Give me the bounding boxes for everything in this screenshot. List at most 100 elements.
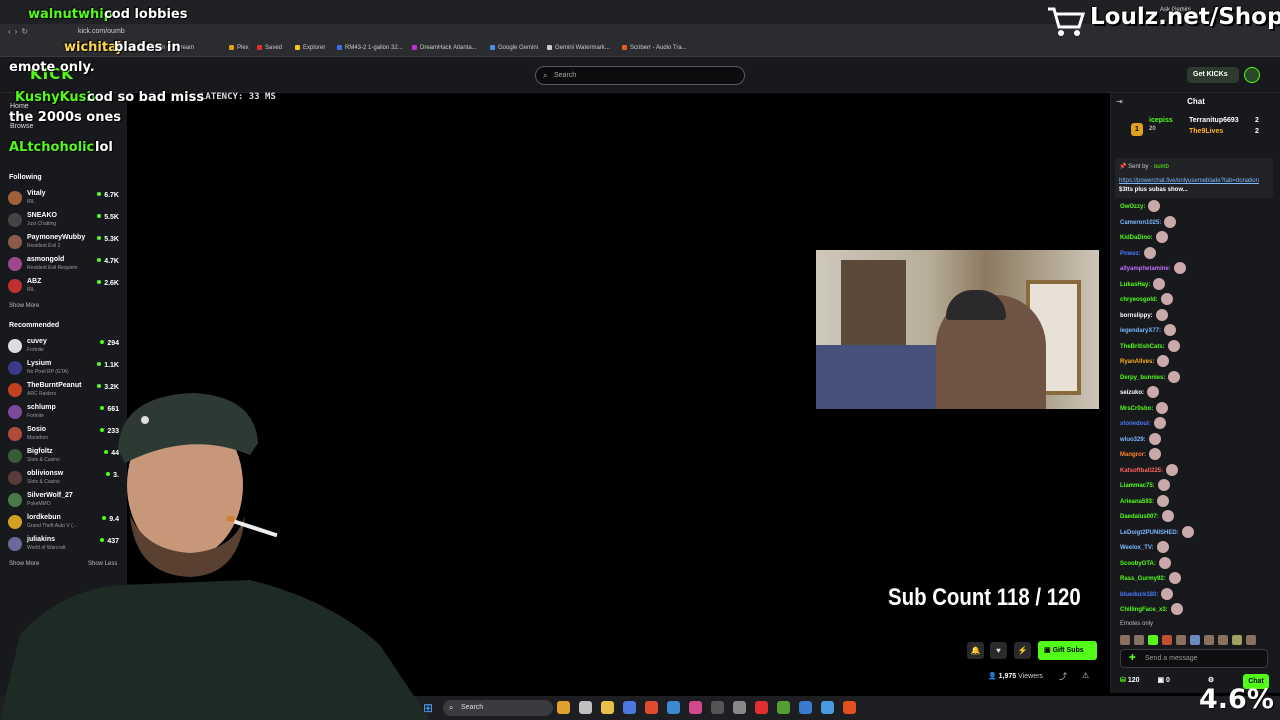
chat-username[interactable]: Daedalus007: bbox=[1120, 514, 1159, 520]
chat-username[interactable]: blueduck180: bbox=[1120, 592, 1158, 598]
chat-message[interactable]: bornslippy: bbox=[1120, 308, 1168, 321]
bookmark-label: Scriberr - Audio Tra... bbox=[630, 45, 687, 51]
nav-arrows-icon[interactable]: ‹›↻ bbox=[8, 27, 32, 36]
chat-message[interactable]: Cameron1025: bbox=[1120, 215, 1177, 228]
lightning-icon[interactable]: ⚡ bbox=[1014, 642, 1031, 659]
chat-username[interactable]: seizuko: bbox=[1120, 390, 1144, 396]
chat-username[interactable]: Derpy_bunnies: bbox=[1120, 375, 1165, 381]
chat-username[interactable]: ChillingFace_x3: bbox=[1120, 607, 1168, 613]
sidebar-channel[interactable]: cuvey Fortnite 294 bbox=[8, 337, 122, 357]
chat-username[interactable]: Rass_Gurmy92: bbox=[1120, 576, 1166, 582]
chat-message-input[interactable]: ✚ Send a message bbox=[1120, 649, 1268, 668]
chat-message[interactable]: stonedoui: bbox=[1120, 417, 1166, 429]
user-avatar[interactable] bbox=[1244, 67, 1260, 83]
chat-message[interactable]: Arieana593: bbox=[1120, 494, 1170, 507]
chat-message[interactable]: MrsCr0sbo: bbox=[1120, 401, 1169, 414]
search-input[interactable]: ⌕ Search bbox=[535, 66, 745, 85]
chat-username[interactable]: legendaryX77: bbox=[1120, 328, 1161, 334]
chat-message[interactable]: seizuko: bbox=[1120, 386, 1160, 398]
chat-message[interactable]: KidDaDino: bbox=[1120, 231, 1168, 243]
bookmark-item[interactable]: Scriberr - Audio Tra... bbox=[622, 45, 687, 51]
url-text[interactable]: kick.com/oumb bbox=[78, 28, 125, 35]
chat-username[interactable]: Arieana593: bbox=[1120, 499, 1154, 505]
heart-follow-icon[interactable]: ♥ bbox=[990, 642, 1007, 659]
bookmark-item[interactable]: Gemini Watermark... bbox=[547, 45, 610, 51]
chat-username[interactable]: OwOzzy: bbox=[1120, 204, 1145, 210]
bookmark-item[interactable]: Explorer bbox=[295, 45, 325, 51]
chat-message[interactable]: ChillingFace_x3: bbox=[1120, 603, 1183, 615]
chat-username[interactable]: allyamphetamine: bbox=[1120, 266, 1171, 272]
chat-message[interactable]: chryeosgold: bbox=[1120, 293, 1173, 305]
taskbar-app-icons[interactable] bbox=[557, 701, 865, 719]
chat-username[interactable]: LeDoigt2PUNISHED: bbox=[1120, 530, 1179, 536]
emote-picker-row[interactable] bbox=[1120, 632, 1270, 645]
chat-username[interactable]: LukasHay: bbox=[1120, 282, 1150, 288]
chat-message[interactable]: Liammac75: bbox=[1120, 479, 1170, 491]
chat-message[interactable]: Daedalus007: bbox=[1120, 510, 1174, 522]
bookmark-item[interactable]: DreamHack Atlanta... bbox=[412, 45, 477, 51]
leader-name-2[interactable]: Terranitup6693 bbox=[1189, 117, 1239, 124]
chat-username[interactable]: TheBritishCats: bbox=[1120, 344, 1165, 350]
chat-message[interactable]: Powez: bbox=[1120, 246, 1156, 259]
share-icon[interactable]: ⤴ bbox=[1059, 671, 1067, 682]
bookmark-item[interactable]: Google Gemini bbox=[490, 45, 538, 51]
chat-username[interactable]: Katsoftball225: bbox=[1120, 468, 1163, 474]
leader-name-1[interactable]: icepiss bbox=[1149, 117, 1173, 124]
sidebar-channel[interactable]: PaymoneyWubby Resident Evil 2 5.3K bbox=[8, 233, 122, 253]
gift-subs-button[interactable]: ▣ Gift Subs bbox=[1038, 641, 1097, 660]
chat-message[interactable]: LukasHay: bbox=[1120, 277, 1166, 290]
chat-username[interactable]: chryeosgold: bbox=[1120, 297, 1158, 303]
browser-tab-bar[interactable]: Ask Gemini bbox=[0, 0, 1280, 24]
chat-username[interactable]: Cameron1025: bbox=[1120, 220, 1161, 226]
chat-message[interactable]: Derpy_bunnies: bbox=[1120, 370, 1181, 383]
chat-username[interactable]: stonedoui: bbox=[1120, 421, 1151, 427]
chat-message[interactable]: Mangror: bbox=[1120, 448, 1161, 460]
chat-message[interactable]: wluo329: bbox=[1120, 432, 1161, 445]
add-emote-icon[interactable]: ✚ bbox=[1129, 653, 1136, 662]
chat-message[interactable]: RyanAllves: bbox=[1120, 355, 1170, 367]
chat-username[interactable]: ScoobyGTA: bbox=[1120, 561, 1156, 567]
chat-settings-icon[interactable]: ⚙ bbox=[1208, 677, 1214, 684]
sidebar-channel[interactable]: asmongold Resident Evil Requiem 4.7K bbox=[8, 255, 122, 275]
chat-username[interactable]: wluo329: bbox=[1120, 437, 1146, 443]
leader-name-3[interactable]: The9Lives bbox=[1189, 128, 1223, 135]
channel-name: Lysium bbox=[27, 360, 52, 367]
pinned-link[interactable]: https://powerchat.live/onlyusemeblade?ta… bbox=[1119, 178, 1259, 184]
chat-message[interactable]: Katsoftball225: bbox=[1120, 463, 1179, 476]
get-kicks-button[interactable]: Get KICKs bbox=[1187, 67, 1239, 83]
bookmark-item[interactable]: Saved bbox=[257, 45, 282, 51]
chat-username[interactable]: Liammac75: bbox=[1120, 483, 1155, 489]
sidebar-channel[interactable]: SNEAKO Just Chatting 5.5K bbox=[8, 211, 122, 231]
chat-message[interactable]: Rass_Gurmy92: bbox=[1120, 572, 1181, 584]
bookmark-item[interactable]: RM43-2 1-gallon 32... bbox=[337, 45, 403, 51]
sidebar-channel[interactable]: Vitaly IRL 6.7K bbox=[8, 189, 122, 209]
chat-username[interactable]: bornslippy: bbox=[1120, 313, 1153, 319]
sidebar-channel[interactable]: Lysium No Pixel RP (GTA) 1.1K bbox=[8, 359, 122, 379]
chat-message[interactable]: allyamphetamine: bbox=[1120, 262, 1186, 274]
chat-username[interactable]: MrsCr0sbo: bbox=[1120, 406, 1153, 412]
sidebar-channel[interactable]: ABZ IRL 2.6K bbox=[8, 277, 122, 297]
chat-message[interactable]: TheBritishCats: bbox=[1120, 339, 1180, 352]
notification-bell-icon[interactable]: 🔔 bbox=[967, 642, 984, 659]
chat-message[interactable]: OwOzzy: bbox=[1120, 200, 1161, 212]
chat-username[interactable]: Mangror: bbox=[1120, 452, 1146, 458]
chat-message[interactable]: blueduck180: bbox=[1120, 587, 1174, 600]
chat-message[interactable]: ScoobyGTA: bbox=[1120, 556, 1171, 569]
chat-message[interactable]: Weelox_TV: bbox=[1120, 541, 1169, 553]
bookmark-label: Plex bbox=[237, 45, 249, 51]
viewer-count: 👤 1,975 Viewers bbox=[988, 672, 1043, 680]
pinned-message[interactable]: 📌 Sent by · oumb https://powerchat.live/… bbox=[1115, 158, 1273, 198]
chat-username[interactable]: RyanAllves: bbox=[1120, 359, 1154, 365]
chat-message[interactable]: LeDoigt2PUNISHED: bbox=[1120, 525, 1194, 538]
browser-url-bar[interactable]: ‹›↻ kick.com/oumb bbox=[0, 24, 1280, 41]
gift-icon[interactable]: ▣ bbox=[1157, 677, 1164, 684]
pinned-user[interactable]: oumb bbox=[1154, 164, 1169, 170]
taskbar-search[interactable]: ⌕ Search bbox=[443, 700, 553, 716]
chat-username[interactable]: Powez: bbox=[1120, 251, 1141, 257]
report-icon[interactable]: ⚠ bbox=[1082, 671, 1089, 680]
show-more-following[interactable]: Show More bbox=[9, 303, 39, 309]
chat-username[interactable]: Weelox_TV: bbox=[1120, 545, 1154, 551]
chat-message[interactable]: legendaryX77: bbox=[1120, 324, 1177, 336]
chat-username[interactable]: KidDaDino: bbox=[1120, 235, 1153, 241]
bookmark-item[interactable]: Plex bbox=[229, 45, 249, 51]
